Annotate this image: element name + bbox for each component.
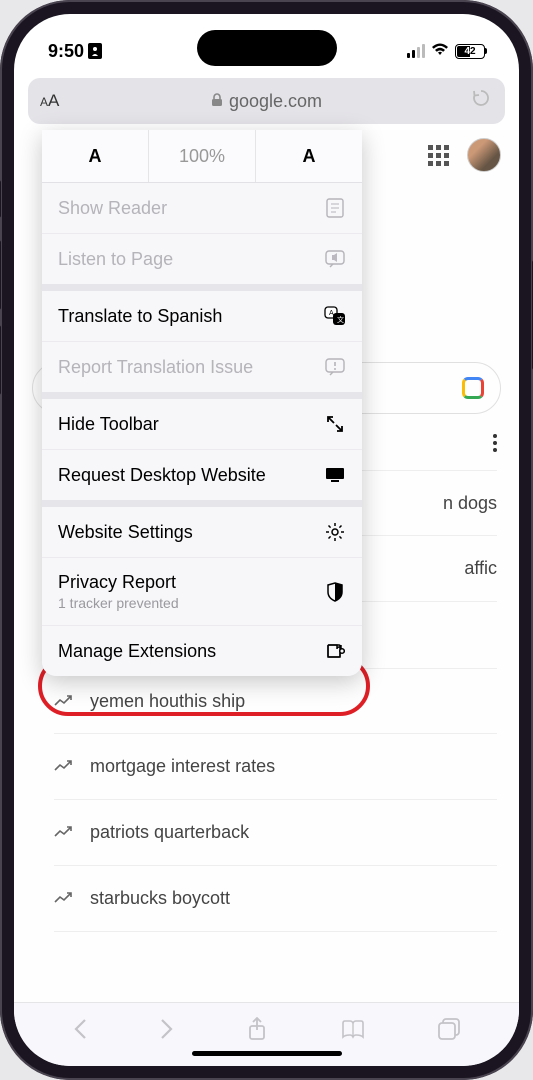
more-icon[interactable]	[493, 434, 497, 452]
page-menu-popup: A 100% A Show Reader Listen to Page	[42, 130, 362, 676]
puzzle-icon	[324, 640, 346, 662]
trending-icon	[54, 822, 72, 843]
expand-arrows-icon	[324, 413, 346, 435]
tabs-button[interactable]	[438, 1018, 460, 1046]
side-button	[0, 180, 1, 218]
trending-row[interactable]: yemen houthis ship	[54, 668, 497, 734]
text-size-button[interactable]: AA	[40, 91, 59, 111]
forward-button[interactable]	[160, 1018, 174, 1046]
dynamic-island	[197, 30, 337, 66]
share-button[interactable]	[247, 1017, 267, 1047]
google-lens-icon[interactable]	[462, 377, 484, 399]
home-indicator[interactable]	[192, 1051, 342, 1056]
request-desktop-button[interactable]: Request Desktop Website	[42, 450, 362, 500]
zoom-in-button[interactable]: A	[256, 130, 362, 182]
content-area: n dogs affic yemen houthis ship mortg	[14, 130, 519, 1002]
cellular-signal-icon	[407, 44, 425, 58]
trending-row[interactable]: patriots quarterback	[54, 800, 497, 866]
trending-icon	[54, 888, 72, 909]
google-apps-icon[interactable]	[428, 145, 449, 166]
avatar[interactable]	[467, 138, 501, 172]
zoom-percent[interactable]: 100%	[149, 130, 256, 182]
report-translation-button: Report Translation Issue	[42, 342, 362, 392]
trending-row[interactable]: starbucks boycott	[54, 866, 497, 932]
url-domain[interactable]: google.com	[28, 91, 505, 112]
reload-button[interactable]	[471, 88, 491, 114]
wifi-icon	[431, 41, 449, 61]
lock-icon	[211, 93, 223, 110]
bookmarks-button[interactable]	[341, 1019, 365, 1045]
trending-icon	[54, 756, 72, 777]
back-button[interactable]	[73, 1018, 87, 1046]
hide-toolbar-button[interactable]: Hide Toolbar	[42, 399, 362, 450]
trending-row[interactable]: mortgage interest rates	[54, 734, 497, 800]
bottom-toolbar	[14, 1002, 519, 1066]
zoom-out-button[interactable]: A	[42, 130, 149, 182]
website-settings-button[interactable]: Website Settings	[42, 507, 362, 558]
status-time: 9:50	[48, 41, 84, 62]
screen: 9:50 42 AA	[14, 14, 519, 1066]
shield-icon	[324, 581, 346, 603]
svg-text:文: 文	[337, 315, 344, 324]
show-reader-button: Show Reader	[42, 183, 362, 234]
url-bar[interactable]: AA google.com	[28, 78, 505, 124]
speaker-bubble-icon	[324, 248, 346, 270]
phone-frame: 9:50 42 AA	[0, 0, 533, 1080]
report-icon	[324, 356, 346, 378]
manage-extensions-button[interactable]: Manage Extensions	[42, 626, 362, 676]
battery-icon: 42	[455, 44, 485, 59]
translate-icon: A文	[324, 305, 346, 327]
translate-button[interactable]: Translate to Spanish A文	[42, 291, 362, 342]
id-badge-icon	[88, 43, 102, 59]
trending-icon	[54, 691, 72, 712]
desktop-icon	[324, 464, 346, 486]
gear-icon	[324, 521, 346, 543]
volume-up-button	[0, 240, 1, 310]
privacy-report-button[interactable]: Privacy Report 1 tracker prevented	[42, 558, 362, 626]
svg-text:A: A	[329, 310, 334, 317]
listen-to-page-button: Listen to Page	[42, 234, 362, 284]
reader-icon	[324, 197, 346, 219]
volume-down-button	[0, 325, 1, 395]
